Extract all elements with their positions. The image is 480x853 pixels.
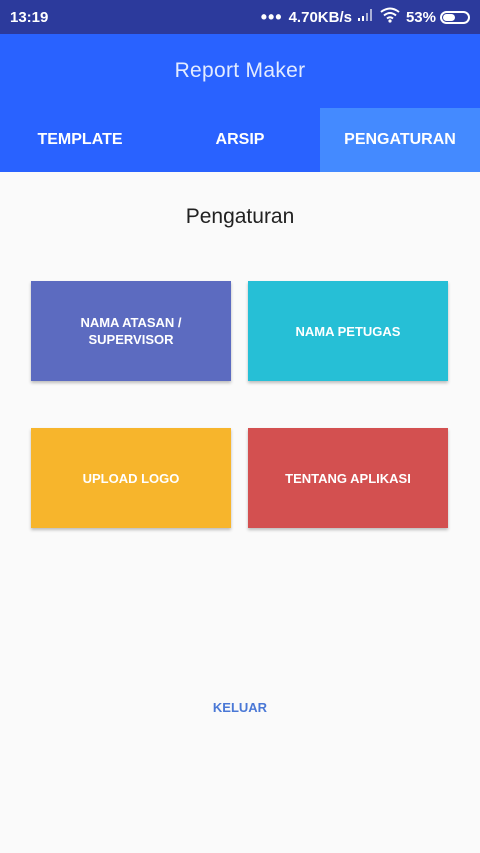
status-time: 13:19 bbox=[10, 8, 49, 26]
wifi-icon bbox=[380, 7, 400, 27]
tentang-aplikasi-button[interactable]: TENTANG APLIKASI bbox=[248, 428, 448, 528]
tab-arsip[interactable]: ARSIP bbox=[160, 108, 320, 172]
battery-percent: 53% bbox=[405, 8, 436, 26]
battery-indicator: 53% bbox=[406, 9, 470, 26]
battery-fill bbox=[443, 13, 455, 21]
tab-template[interactable]: TEMPLATE bbox=[0, 108, 160, 172]
signal-icon bbox=[357, 8, 374, 26]
status-bar: 13:19 ••• 4.70KB/s 53% bbox=[0, 0, 480, 34]
tab-pengaturan[interactable]: PENGATURAN bbox=[320, 108, 480, 172]
notification-dots-icon: ••• bbox=[260, 7, 283, 27]
network-speed: 4.70KB/s bbox=[288, 8, 352, 26]
app-title: Report Maker bbox=[174, 59, 306, 82]
upload-logo-button[interactable]: UPLOAD LOGO bbox=[31, 428, 231, 528]
battery-icon bbox=[440, 10, 470, 24]
status-indicators: ••• 4.70KB/s 53% bbox=[261, 7, 470, 27]
logout-button[interactable]: KELUAR bbox=[0, 700, 480, 715]
nama-atasan-supervisor-button[interactable]: NAMA ATASAN / SUPERVISOR bbox=[31, 281, 231, 381]
page-title: Pengaturan bbox=[185, 205, 295, 228]
tab-bar: TEMPLATE ARSIP PENGATURAN bbox=[0, 108, 480, 172]
nama-petugas-button[interactable]: NAMA PETUGAS bbox=[248, 281, 448, 381]
app-bar: Report Maker bbox=[0, 34, 480, 108]
